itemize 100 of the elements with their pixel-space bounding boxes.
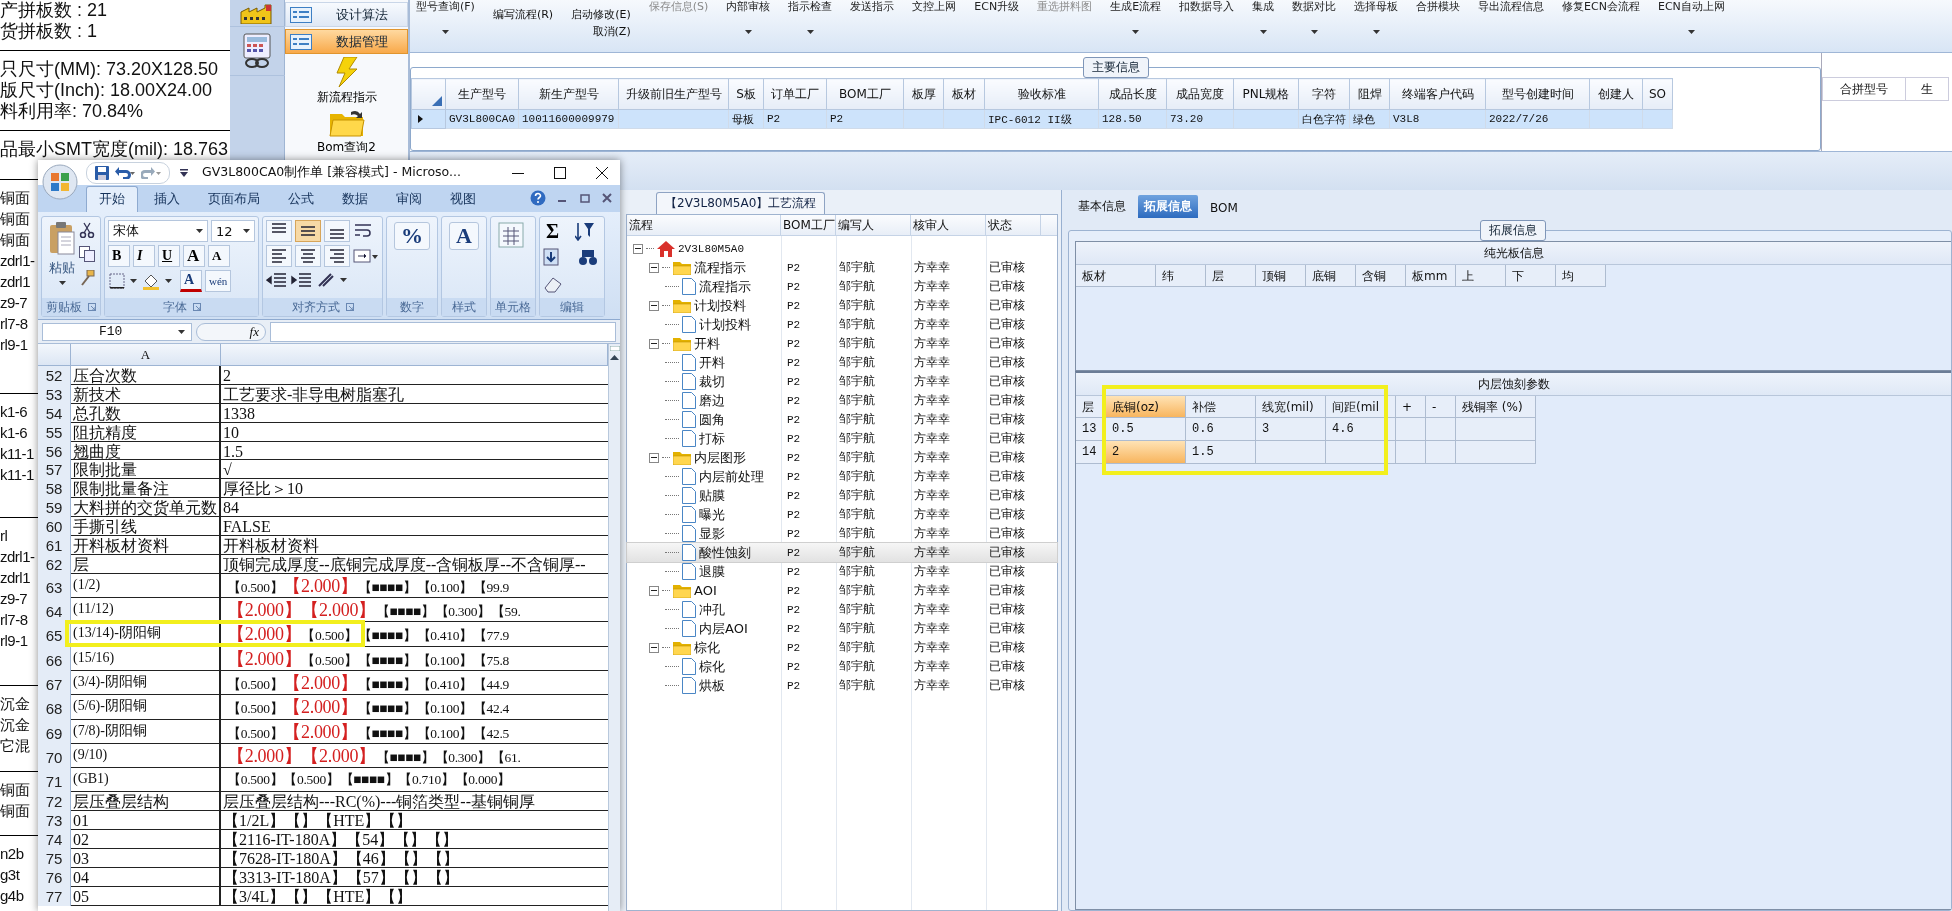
- column-header[interactable]: S板: [728, 78, 764, 110]
- select-all-corner[interactable]: [411, 78, 446, 110]
- collapse-toggle[interactable]: [649, 452, 659, 463]
- collapse-toggle[interactable]: [649, 262, 659, 273]
- caret-icon[interactable]: [196, 229, 203, 233]
- collapse-toggle[interactable]: [649, 642, 659, 653]
- column-header[interactable]: 编写人: [836, 215, 911, 235]
- toolbar-button[interactable]: 数据对比: [1292, 0, 1337, 34]
- tree-row[interactable]: 显影 P2 邹宇航 方幸幸 已审核: [627, 524, 1057, 543]
- column-header[interactable]: 新生产型号: [518, 78, 619, 110]
- name-box[interactable]: F10: [42, 322, 192, 341]
- align-button[interactable]: [324, 220, 350, 242]
- font-size-field[interactable]: 12: [211, 220, 255, 242]
- column-header[interactable]: 残铜率 (%): [1456, 396, 1536, 418]
- column-header[interactable]: 成品长度: [1098, 78, 1167, 110]
- column-header[interactable]: 成品宽度: [1166, 78, 1234, 110]
- dropdown-caret-icon[interactable]: [1132, 30, 1140, 34]
- insert-function-button[interactable]: fx: [196, 322, 266, 341]
- column-header[interactable]: 验收标准: [984, 78, 1099, 110]
- factory-icon[interactable]: [239, 4, 275, 24]
- font-name-field[interactable]: 宋体: [108, 220, 208, 242]
- undo-icon[interactable]: [115, 166, 135, 179]
- tree-row[interactable]: 冲孔 P2 邹宇航 方幸幸 已审核: [627, 600, 1057, 619]
- column-header[interactable]: 流程: [627, 215, 781, 235]
- toolbar-button[interactable]: 指示检查: [788, 0, 833, 34]
- ribbon-tab[interactable]: 审阅: [384, 187, 434, 212]
- column-header[interactable]: 生: [1905, 77, 1949, 101]
- column-header[interactable]: 层: [1206, 265, 1256, 287]
- borders-icon[interactable]: [108, 271, 138, 291]
- table-cell[interactable]: 3: [1256, 418, 1326, 441]
- nav-item[interactable]: Bom查询2: [317, 106, 376, 156]
- caret-icon[interactable]: [178, 329, 185, 334]
- tree-row[interactable]: 裁切 P2 邹宇航 方幸幸 已审核: [627, 372, 1057, 391]
- align-button[interactable]: [266, 220, 292, 242]
- tree-row[interactable]: 内层前处理 P2 邹宇航 方幸幸 已审核: [627, 467, 1057, 486]
- increase-indent-icon[interactable]: [291, 271, 313, 289]
- column-header[interactable]: 补偿: [1186, 396, 1256, 418]
- dialog-launcher-icon[interactable]: [192, 303, 201, 311]
- dialog-launcher-icon[interactable]: [88, 303, 96, 311]
- format-painter-icon[interactable]: [79, 270, 95, 286]
- tree-row[interactable]: 2V3L80M5A0: [627, 239, 1057, 258]
- column-header[interactable]: 顶铜: [1256, 265, 1306, 287]
- grow-font-button[interactable]: A: [183, 245, 205, 267]
- toolbar-button[interactable]: ECN自动上网: [1657, 0, 1725, 34]
- table-cell[interactable]: 2: [1106, 441, 1186, 464]
- align-button[interactable]: [266, 245, 292, 267]
- tree-row[interactable]: 内层图形 P2 邹宇航 方幸幸 已审核: [627, 448, 1057, 467]
- table-cell[interactable]: 4.6: [1326, 418, 1396, 441]
- column-header[interactable]: 核审人: [911, 215, 986, 235]
- column-header[interactable]: 板材: [943, 78, 985, 110]
- column-header[interactable]: 底铜(oz): [1106, 396, 1186, 418]
- ribbon-tab[interactable]: 插入: [142, 187, 192, 212]
- table-cell[interactable]: 0.6: [1186, 418, 1256, 441]
- collapse-toggle[interactable]: [649, 585, 659, 596]
- column-header[interactable]: 上: [1456, 265, 1506, 287]
- tree-row[interactable]: 打标 P2 邹宇航 方幸幸 已审核: [627, 429, 1057, 448]
- help-icon[interactable]: [530, 190, 546, 206]
- align-button[interactable]: [324, 245, 350, 267]
- ribbon-button[interactable]: %: [390, 220, 434, 295]
- format-button[interactable]: U: [158, 245, 180, 267]
- dropdown-caret-icon[interactable]: [744, 30, 752, 34]
- panel-tab[interactable]: 【2V3L80M5A0】工艺流程: [656, 192, 826, 214]
- font-color-button[interactable]: A: [180, 270, 202, 292]
- toolbar-button[interactable]: 选择母板: [1354, 0, 1399, 34]
- toolbar-button[interactable]: 编写流程(R): [492, 8, 554, 21]
- tree-row[interactable]: 退膜 P2 邹宇航 方幸幸 已审核: [627, 562, 1057, 581]
- column-header[interactable]: BOM工厂: [781, 215, 836, 235]
- toolbar-button[interactable]: 内部审核: [726, 0, 771, 34]
- table-cell[interactable]: 0.5: [1106, 418, 1186, 441]
- column-header[interactable]: BOM工厂: [826, 78, 904, 110]
- toolbar-button[interactable]: 导出流程信息: [1478, 0, 1545, 34]
- shrink-font-button[interactable]: A: [208, 245, 230, 267]
- ribbon-button[interactable]: A: [445, 220, 483, 295]
- column-header[interactable]: SO: [1642, 78, 1673, 110]
- column-header[interactable]: 板厚: [903, 78, 944, 110]
- tree-row[interactable]: 开料 P2 邹宇航 方幸幸 已审核: [627, 334, 1057, 353]
- column-header[interactable]: 板mm: [1406, 265, 1456, 287]
- collapse-toggle[interactable]: [633, 243, 643, 254]
- tree-row[interactable]: 圆角 P2 邹宇航 方幸幸 已审核: [627, 410, 1057, 429]
- column-header[interactable]: 型号创建时间: [1485, 78, 1590, 110]
- toolbar-button[interactable]: 修复ECN会流程: [1562, 0, 1640, 34]
- dropdown-caret-icon[interactable]: [1310, 30, 1318, 34]
- toolbar-button[interactable]: 集成: [1252, 0, 1275, 34]
- ribbon-tab[interactable]: 公式: [276, 187, 326, 212]
- scroll-up-icon[interactable]: [610, 355, 619, 360]
- toolbar-button[interactable]: 型号查询(F): [416, 0, 475, 34]
- maximize-icon[interactable]: [554, 166, 566, 179]
- close-icon[interactable]: [596, 166, 608, 179]
- dialog-launcher-icon[interactable]: [345, 303, 354, 311]
- nav-item[interactable]: 设计算法: [285, 2, 408, 27]
- column-header[interactable]: 线宽(mil): [1256, 396, 1326, 418]
- column-header[interactable]: 终端客户代码: [1389, 78, 1486, 110]
- formula-input[interactable]: [270, 321, 616, 342]
- toolbar-button[interactable]: 启动修改(E): [571, 8, 631, 21]
- tab[interactable]: 基本信息: [1072, 195, 1132, 218]
- calculator-icon[interactable]: [242, 33, 272, 69]
- column-header[interactable]: 下: [1506, 265, 1556, 287]
- column-header[interactable]: 创建人: [1589, 78, 1643, 110]
- cells-grid-icon[interactable]: [497, 222, 524, 250]
- format-button[interactable]: I: [133, 245, 155, 267]
